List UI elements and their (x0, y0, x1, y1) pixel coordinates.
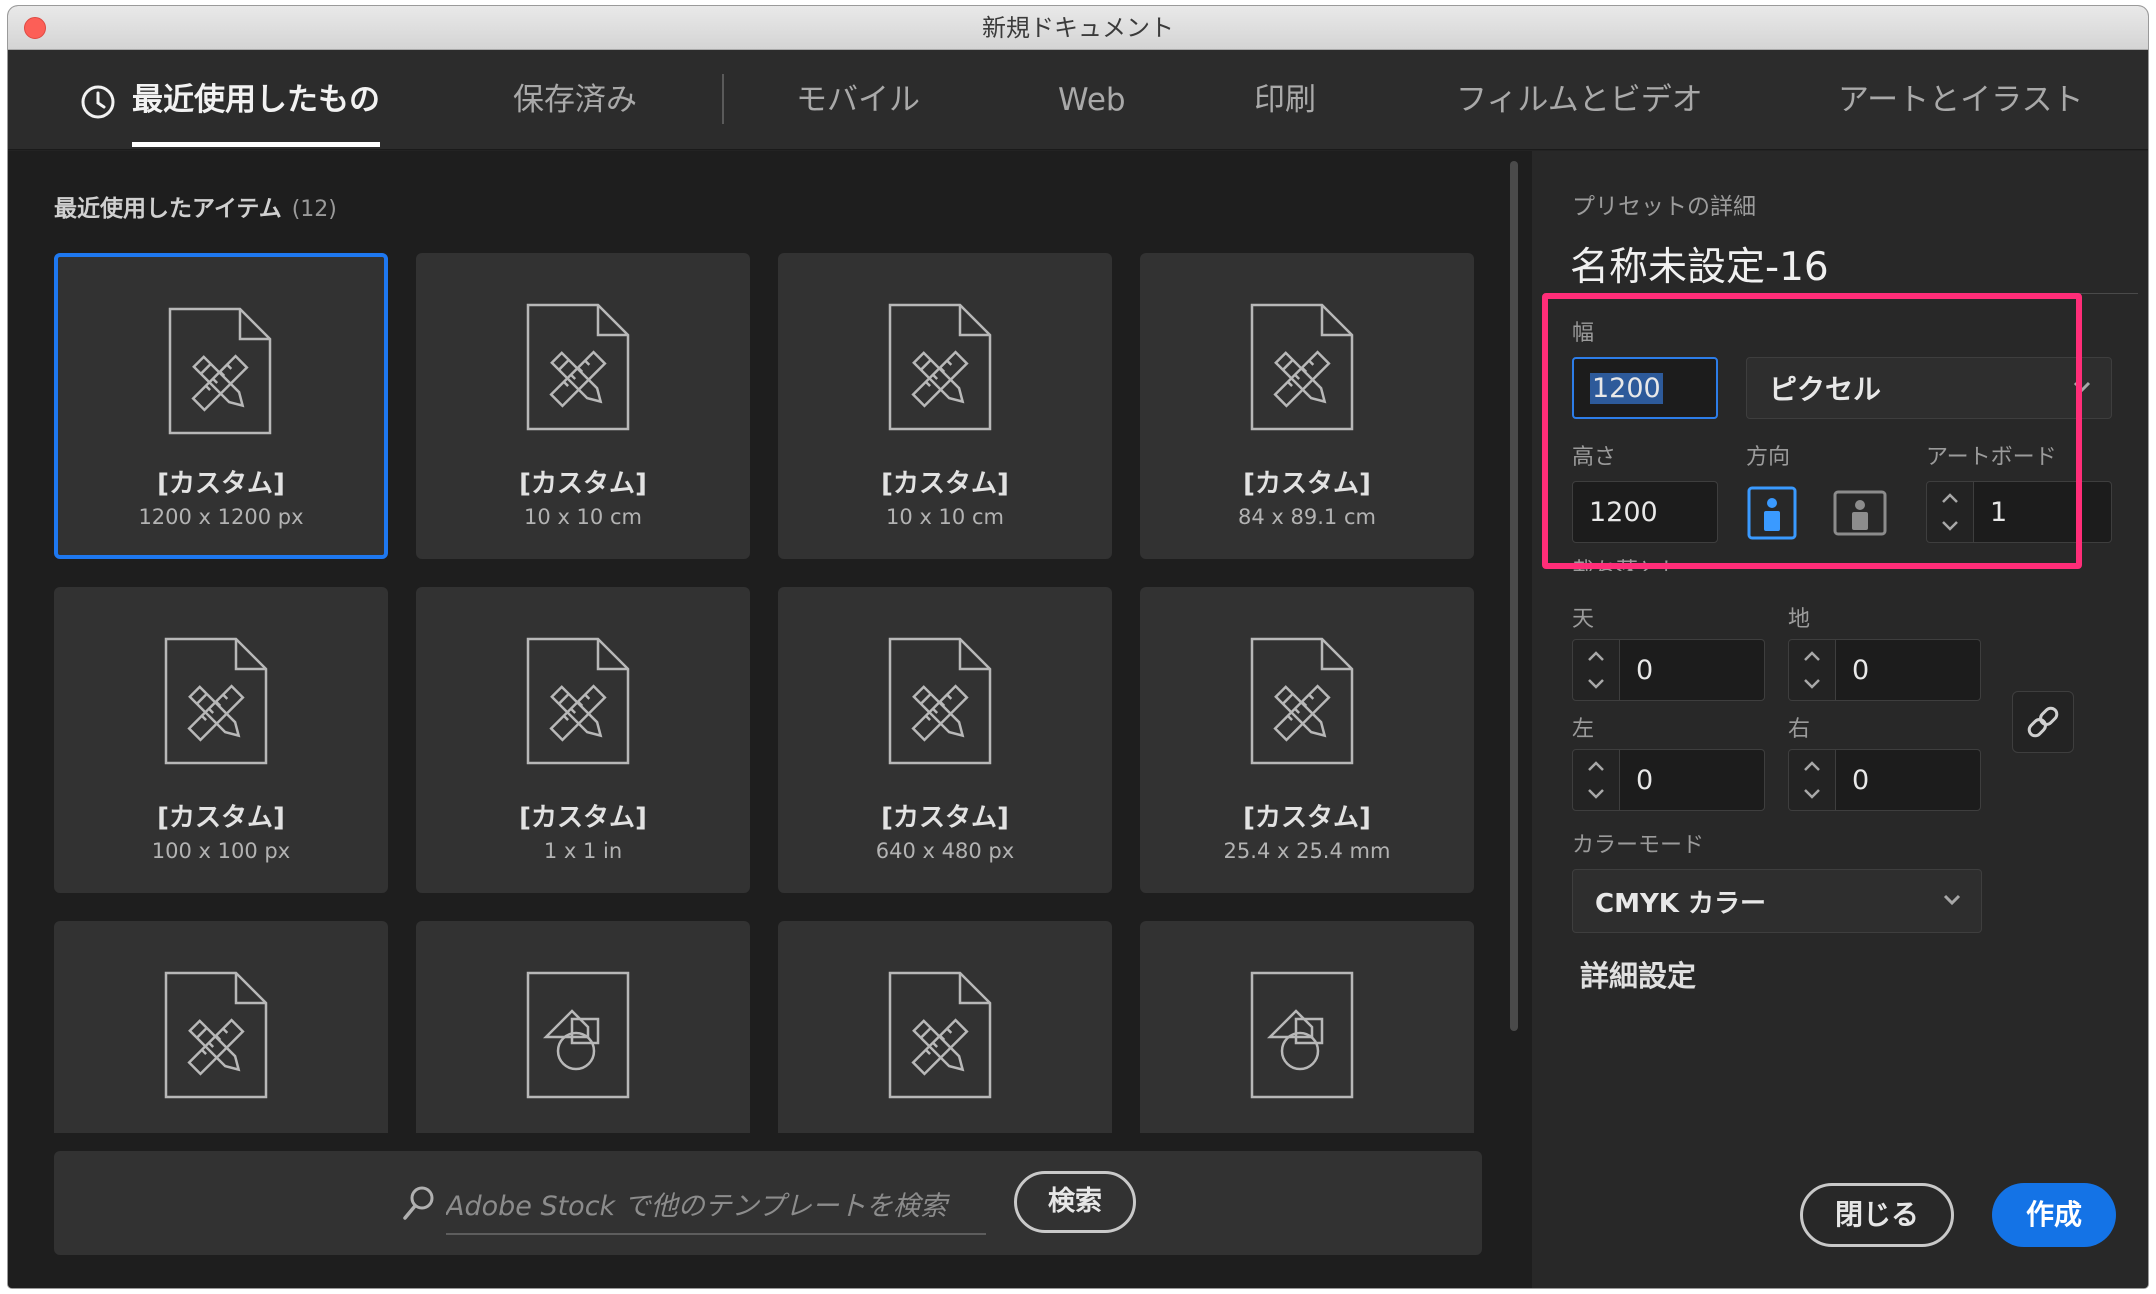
color-mode-select[interactable]: CMYK カラー (1572, 869, 1982, 933)
preset-card-title: [カスタム] (519, 803, 647, 833)
preset-card-size: 10 x 10 cm (886, 505, 1004, 529)
shapes-doc-icon (1250, 971, 1354, 1099)
bleed-bottom-label: 地 (1788, 607, 1811, 632)
bleed-top-label: 天 (1572, 607, 1595, 632)
preset-card-size: 84 x 89.1 cm (1238, 505, 1376, 529)
chevron-down-icon (1804, 679, 1820, 689)
link-icon (2027, 706, 2059, 738)
close-button[interactable]: 閉じる (1800, 1183, 1954, 1247)
document-name[interactable]: 名称未設定-16 (1570, 236, 1829, 292)
preset-card[interactable]: [カスタム] 10 x 10 cm (416, 253, 750, 559)
bleed-right-value: 0 (1852, 764, 1870, 796)
search-icon (403, 1186, 434, 1220)
tab-web[interactable]: Web (1058, 50, 1126, 150)
custom-doc-icon (888, 637, 992, 765)
preset-card-title: [カスタム] (1243, 803, 1371, 833)
custom-doc-icon (164, 637, 268, 765)
bleed-right-stepper[interactable] (1788, 749, 1836, 811)
bleed-left-label: 左 (1572, 717, 1595, 742)
tab-saved[interactable]: 保存済み (513, 50, 637, 150)
tab-mobile[interactable]: モバイル (796, 50, 920, 150)
tab-separator (722, 74, 724, 124)
custom-doc-icon (526, 637, 630, 765)
preset-card-size: 1 x 1 in (543, 839, 623, 863)
bleed-bottom-stepper[interactable] (1788, 639, 1836, 701)
preset-card[interactable]: [カスタム] 1 x 1 in (416, 587, 750, 893)
chevron-down-icon (1804, 789, 1820, 799)
preset-card[interactable]: [カスタム] 25.4 x 25.4 mm (1140, 587, 1474, 893)
preset-card-title: [カスタム] (157, 803, 285, 833)
bleed-bottom-input[interactable]: 0 (1835, 639, 1981, 701)
custom-doc-icon (168, 307, 272, 435)
chevron-down-icon (1943, 894, 1961, 906)
color-mode-label: カラーモード (1572, 833, 1705, 858)
bleed-top-input[interactable]: 0 (1619, 639, 1765, 701)
chevron-down-icon (1588, 679, 1604, 689)
create-button[interactable]: 作成 (1992, 1183, 2116, 1247)
category-tabs: 最近使用したもの 保存済み モバイル Web 印刷 フィルムとビデオ アートとイ… (8, 50, 2148, 150)
preset-card[interactable] (54, 921, 388, 1133)
preset-card[interactable]: [カスタム] 640 x 480 px (778, 587, 1112, 893)
preset-grid: [カスタム] 1200 x 1200 px [カスタム] 10 x 10 cm … (8, 151, 1532, 1133)
grid-scrollbar[interactable] (1510, 161, 1518, 1031)
preset-card[interactable]: [カスタム] 1200 x 1200 px (54, 253, 388, 559)
preset-card-title: [カスタム] (881, 803, 1009, 833)
bleed-right-input[interactable]: 0 (1835, 749, 1981, 811)
bleed-left-input[interactable]: 0 (1619, 749, 1765, 811)
link-bleed-button[interactable] (2012, 691, 2074, 753)
stock-search-input[interactable] (446, 1169, 986, 1235)
tab-film-video[interactable]: フィルムとビデオ (1456, 50, 1703, 150)
bleed-left-stepper[interactable] (1572, 749, 1620, 811)
bleed-top-value: 0 (1636, 654, 1654, 686)
custom-doc-icon (888, 303, 992, 431)
chevron-down-icon (1588, 789, 1604, 799)
chevron-up-icon (1588, 651, 1604, 661)
advanced-settings-toggle[interactable]: 詳細設定 (1580, 953, 1696, 995)
custom-doc-icon (526, 303, 630, 431)
window-title: 新規ドキュメント (982, 14, 1174, 42)
custom-doc-icon (1250, 637, 1354, 765)
preset-card-size: 640 x 480 px (875, 839, 1015, 863)
preset-card-size: 1200 x 1200 px (138, 505, 304, 529)
preset-card[interactable]: [カスタム] 84 x 89.1 cm (1140, 253, 1474, 559)
custom-doc-icon (1250, 303, 1354, 431)
color-mode-value: CMYK カラー (1595, 888, 1766, 919)
custom-doc-icon (164, 971, 268, 1099)
annotation-highlight (1542, 293, 2082, 569)
adobe-stock-search-bar: 検索 (54, 1151, 1482, 1255)
preset-card-size: 25.4 x 25.4 mm (1223, 839, 1391, 863)
new-document-dialog: 新規ドキュメント 最近使用したもの 保存済み モバイル Web 印刷 フィルムと… (8, 6, 2148, 1288)
preset-card[interactable]: [カスタム] 100 x 100 px (54, 587, 388, 893)
preset-card-title: [カスタム] (881, 469, 1009, 499)
bleed-top-stepper[interactable] (1572, 639, 1620, 701)
stock-search-button[interactable]: 検索 (1014, 1171, 1136, 1233)
preset-card[interactable] (416, 921, 750, 1133)
recent-items-panel: 最近使用したアイテム (12) [カスタム] 1200 x 1200 px [カス… (8, 151, 1532, 1288)
preset-card[interactable] (1140, 921, 1474, 1133)
tab-art-illustration[interactable]: アートとイラスト (1838, 50, 2084, 150)
tab-print[interactable]: 印刷 (1254, 50, 1316, 150)
title-bar: 新規ドキュメント (8, 6, 2148, 50)
bleed-left-value: 0 (1636, 764, 1654, 796)
bleed-right-label: 右 (1788, 717, 1811, 742)
preset-card[interactable] (778, 921, 1112, 1133)
preset-card-size: 10 x 10 cm (524, 505, 642, 529)
preset-card[interactable]: [カスタム] 10 x 10 cm (778, 253, 1112, 559)
preset-card-title: [カスタム] (157, 469, 285, 499)
preset-card-title: [カスタム] (1243, 469, 1371, 499)
preset-details-heading: プリセットの詳細 (1572, 194, 1756, 220)
chevron-up-icon (1804, 761, 1820, 771)
preset-card-title: [カスタム] (519, 469, 647, 499)
clock-icon (81, 85, 115, 119)
chevron-up-icon (1804, 651, 1820, 661)
bleed-bottom-value: 0 (1852, 654, 1870, 686)
shapes-doc-icon (526, 971, 630, 1099)
preset-card-size: 100 x 100 px (151, 839, 291, 863)
custom-doc-icon (888, 971, 992, 1099)
active-tab-indicator (132, 142, 380, 147)
tab-recent[interactable]: 最近使用したもの (132, 50, 380, 150)
chevron-up-icon (1588, 761, 1604, 771)
